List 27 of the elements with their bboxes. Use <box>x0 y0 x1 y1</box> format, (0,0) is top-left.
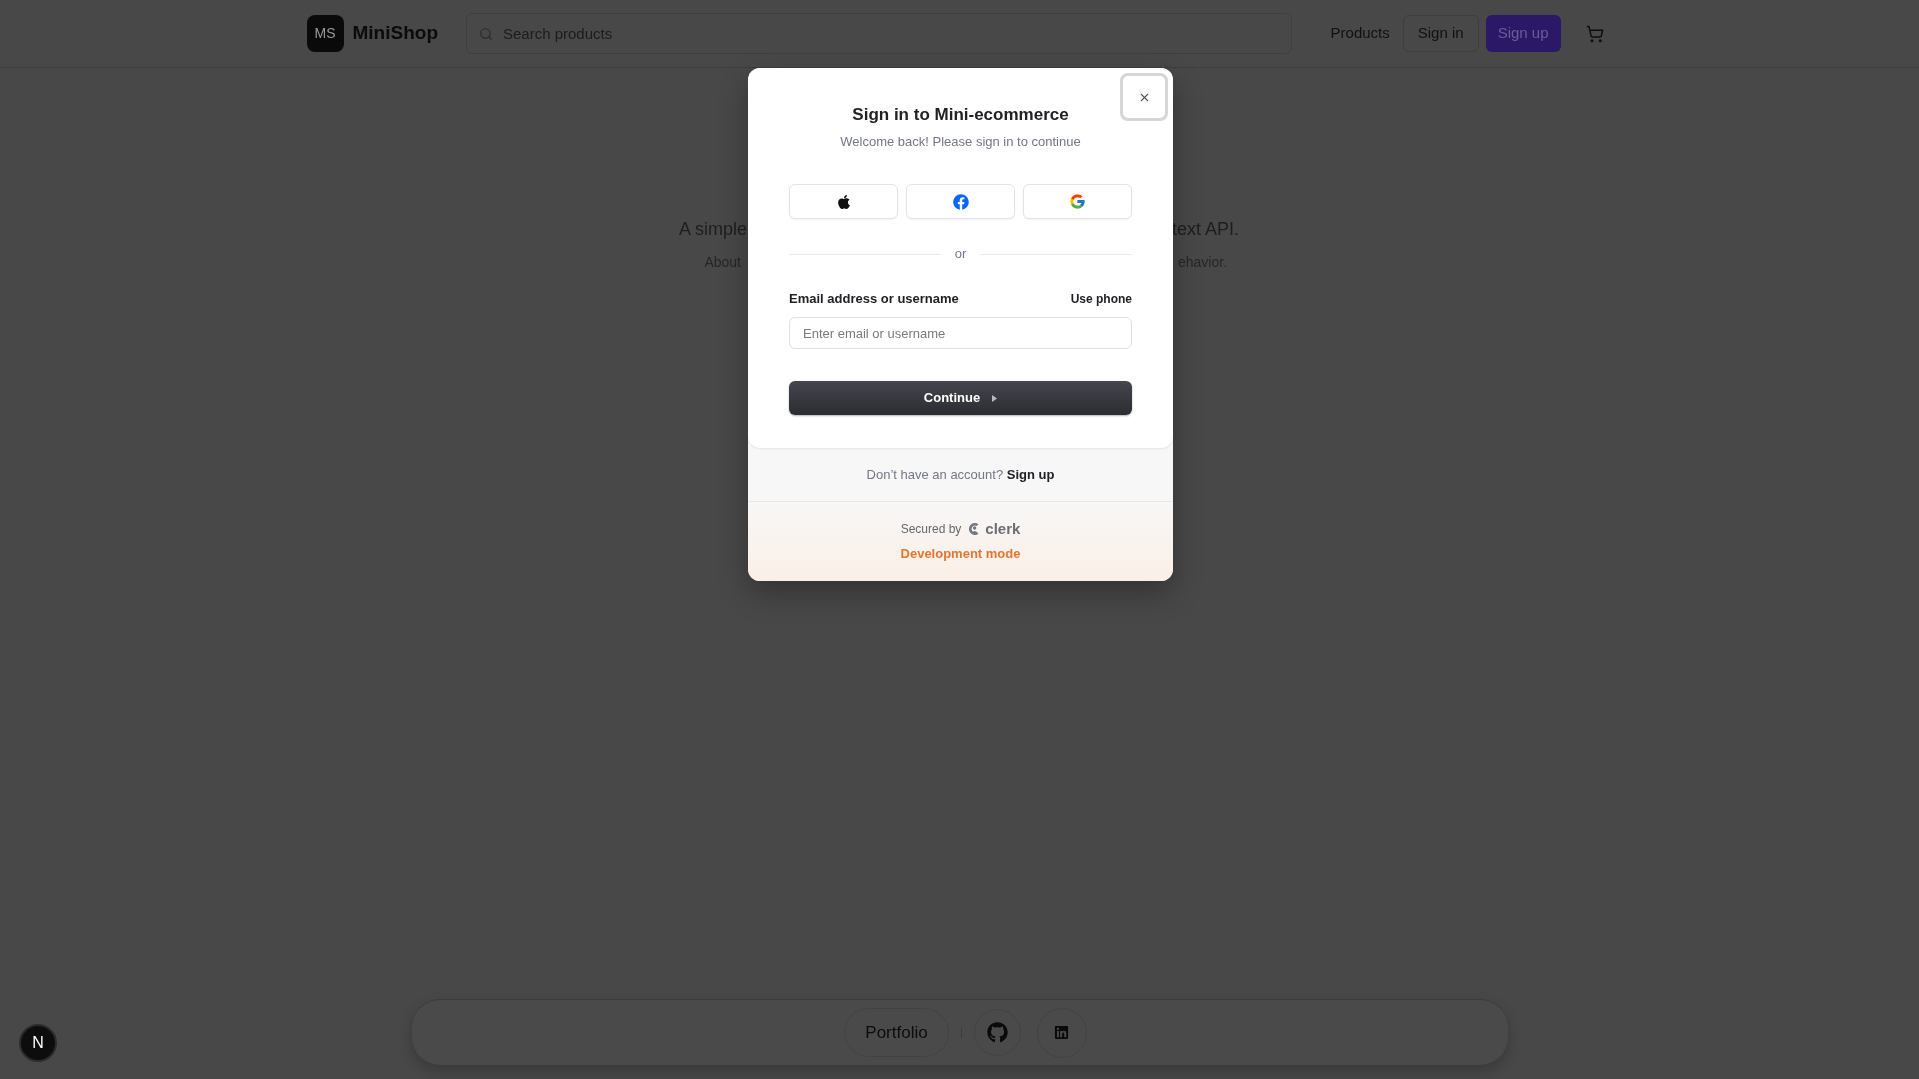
development-mode-text: Development mode <box>900 544 1021 563</box>
google-button[interactable] <box>1023 184 1132 219</box>
dialog-subtitle: Welcome back! Please sign in to continue <box>840 133 1081 151</box>
use-phone-link[interactable]: Use phone <box>1070 289 1132 309</box>
dev-indicator[interactable]: N <box>19 1024 57 1062</box>
github-icon <box>986 1022 1008 1043</box>
facebook-icon <box>952 193 969 210</box>
apple-icon <box>835 193 852 210</box>
clerk-wordmark: clerk <box>985 520 1021 537</box>
divider-label: or <box>954 245 967 263</box>
apple-button[interactable] <box>789 184 898 219</box>
cart-icon <box>1585 24 1604 43</box>
linkedin-icon <box>1054 1025 1070 1040</box>
continue-button[interactable]: Continue <box>789 381 1132 415</box>
signup-prompt: Don’t have an account? Sign up <box>866 465 1055 484</box>
secured-by-text: Secured by <box>900 520 962 538</box>
dialog-title: Sign in to Mini-ecommerce <box>852 104 1069 126</box>
email-label: Email address or username <box>789 290 959 308</box>
brand-name: MiniShop <box>352 21 438 46</box>
email-input[interactable]: Enter email or username <box>789 317 1132 349</box>
search-icon <box>479 27 493 41</box>
google-icon <box>1069 193 1086 210</box>
logo-mark: MS <box>306 15 344 52</box>
close-button[interactable] <box>1120 73 1168 121</box>
facebook-button[interactable] <box>906 184 1015 219</box>
sign-up-link[interactable]: Sign up <box>1006 466 1055 482</box>
triangle-icon <box>992 394 998 402</box>
